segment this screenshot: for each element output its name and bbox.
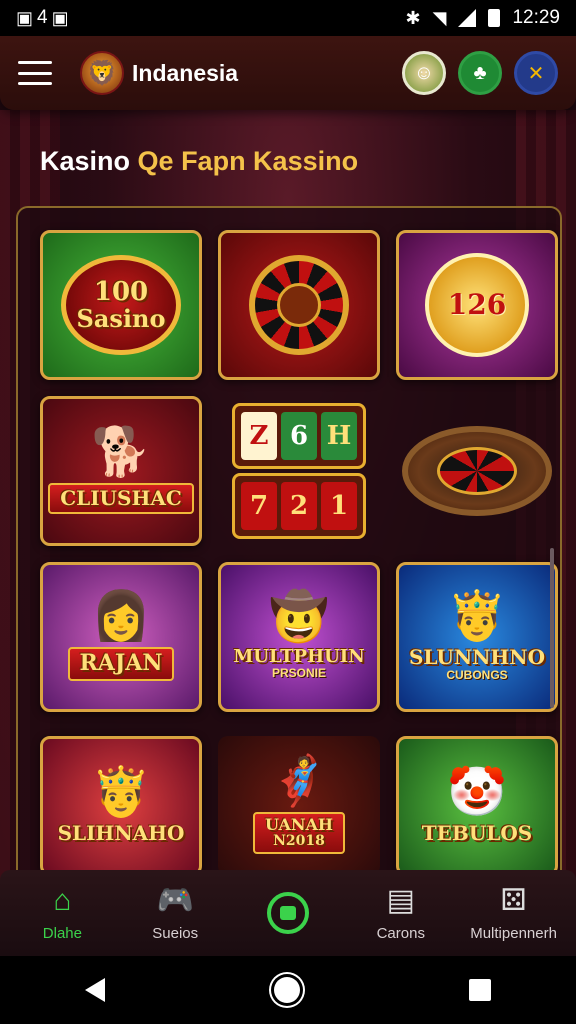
game-title: TEBULOS (421, 820, 533, 845)
game-title: SLIHNAHO (57, 820, 185, 845)
home-icon: ⌂ (53, 883, 72, 917)
page-title-main: Kasino (40, 146, 131, 176)
game-tile[interactable]: Z 6 H 7 2 1 (218, 396, 380, 546)
woman-character-icon: 👩 (91, 590, 151, 644)
lion-crest-icon[interactable]: 🦁 (80, 51, 124, 95)
king-character-icon: 🤴 (447, 589, 507, 643)
game-title: MULTPHUIN (233, 645, 365, 667)
nav-item-multiplayer[interactable]: ⚄ Multipennerh (459, 885, 569, 942)
game-ribbon: UANAH N2018 (252, 812, 346, 854)
crossed-swords-icon[interactable]: ✕ (514, 51, 558, 95)
game-ribbon: CLIUSHAC (48, 482, 194, 514)
game-title: 100 (93, 276, 149, 307)
game-tile[interactable]: 👩 RAJAN (40, 562, 202, 712)
nav-item-home[interactable]: ⌂ Dlahe (7, 885, 117, 942)
nav-label: Carons (376, 924, 425, 942)
nav-item-center[interactable] (233, 892, 343, 934)
signal-icon (458, 9, 477, 27)
game-subtitle: N2018 (273, 833, 325, 850)
dog-icon: 🐕 (91, 425, 151, 479)
gold-coin-icon: 126 (425, 253, 529, 357)
game-subtitle: Sasino (76, 304, 166, 334)
slot-machine-icon: Z 6 H (232, 403, 366, 469)
nav-label: Multipennerh (470, 924, 557, 942)
nav-item-games[interactable]: 🎮 Sueios (120, 885, 230, 942)
scrollbar[interactable] (550, 548, 554, 708)
slot-machine-row: 7 2 1 (232, 473, 366, 539)
game-title: 126 (447, 288, 507, 322)
reel-symbol: 1 (321, 482, 357, 530)
wrestler-character-icon: 🦸 (269, 755, 329, 809)
menu-icon[interactable] (18, 61, 52, 85)
game-subtitle: CUBONGS (446, 667, 508, 682)
reel-symbol: H (321, 412, 357, 460)
reel-symbol: Z (241, 412, 277, 460)
image-icon: ▣ (51, 8, 69, 28)
character-avatar-icon[interactable]: ☺ (402, 51, 446, 95)
roulette-wheel-icon (249, 255, 349, 355)
game-ribbon: RAJAN (67, 647, 175, 681)
cards-icon: ▤ (386, 883, 415, 917)
status-bar: ▣ 4 ▣ ✱ ◥ 12:29 (0, 0, 576, 36)
notification-count: 4 (37, 7, 48, 28)
roulette-table-icon (402, 426, 552, 516)
center-action-icon (266, 892, 309, 934)
bottom-nav: ⌂ Dlahe 🎮 Sueios ▤ Carons ⚄ Multipennerh (0, 870, 576, 956)
nav-label: Dlahe (42, 924, 82, 942)
game-tile[interactable]: 🐕 CLIUSHAC (40, 396, 202, 546)
reel-symbol: 2 (281, 482, 317, 530)
page-title: Kasino Qe Fapn Kassino (40, 146, 358, 177)
recent-apps-icon[interactable] (469, 979, 492, 1001)
brand-title: Indanesia (132, 59, 239, 86)
jester-character-icon: 🤡 (447, 765, 507, 819)
game-title: CLIUSHAC (60, 485, 182, 510)
casino-badge-icon: 100 Sasino (61, 255, 181, 355)
game-title: SLUNNHNO (408, 644, 545, 669)
back-icon[interactable] (84, 978, 105, 1002)
clock: 12:29 (512, 7, 560, 28)
battery-icon (488, 9, 501, 27)
app-header: 🦁 Indanesia ☺ ♣ ✕ (0, 36, 576, 110)
crowned-man-icon: 🤴 (91, 765, 151, 819)
game-tile[interactable] (218, 230, 380, 380)
game-tile[interactable]: 100 Sasino (40, 230, 202, 380)
nav-item-cards[interactable]: ▤ Carons (346, 885, 456, 942)
game-tile[interactable]: 🤴 SLUNNHNO CUBONGS (396, 562, 558, 712)
games-panel: 100 Sasino 126 🐕 CLIUSHAC Z 6 H 7 2 1 👩 … (16, 206, 562, 886)
reel-symbol: 6 (281, 412, 317, 460)
page-title-accent: Qe Fapn Kassino (137, 146, 359, 176)
cowboy-character-icon: 🤠 (269, 590, 329, 644)
bluetooth-icon: ✱ (405, 8, 421, 28)
sd-card-icon: ▣ (16, 8, 34, 28)
game-tile[interactable]: 🤡 TEBULOS (396, 736, 558, 876)
reel-symbol: 7 (241, 482, 277, 530)
dice-icon: ⚄ (500, 883, 527, 917)
nav-label: Sueios (152, 924, 199, 942)
gamepad-icon: 🎮 (156, 883, 194, 917)
game-title: UANAH (264, 815, 334, 835)
home-button-icon[interactable] (273, 977, 300, 1003)
game-tile[interactable]: 126 (396, 230, 558, 380)
wifi-icon: ◥ (432, 8, 447, 28)
system-nav-bar (0, 956, 576, 1024)
game-tile[interactable]: 🤴 SLIHNAHO (40, 736, 202, 876)
game-title: RAJAN (79, 650, 163, 677)
game-subtitle: PRSONIE (271, 666, 326, 681)
clover-icon[interactable]: ♣ (458, 51, 502, 95)
game-tile[interactable]: 🦸 UANAH N2018 (218, 736, 380, 876)
game-tile[interactable] (396, 396, 558, 546)
game-tile[interactable]: 🤠 MULTPHUIN PRSONIE (218, 562, 380, 712)
